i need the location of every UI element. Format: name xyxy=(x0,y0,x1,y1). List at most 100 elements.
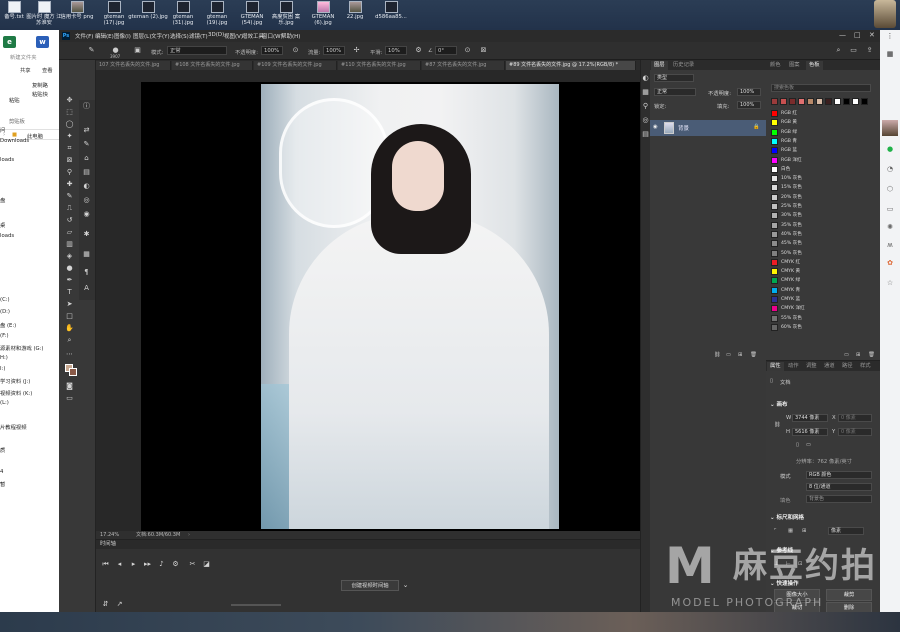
swatch-folder-icon[interactable]: ▭ xyxy=(844,352,849,358)
new-group-icon[interactable]: ▭ xyxy=(726,352,731,358)
canvas-section[interactable]: ⌄ 画布 xyxy=(770,400,788,408)
artboard-tool-icon[interactable]: ⬚ xyxy=(65,108,74,117)
recent-swatch-chip[interactable] xyxy=(843,98,850,105)
nav-item[interactable]: (L:) xyxy=(0,400,9,406)
nav-item[interactable]: 暂 xyxy=(0,480,5,488)
rectangle-tool-icon[interactable]: □ xyxy=(65,312,74,321)
workspace-icon[interactable]: ▭ xyxy=(849,46,858,55)
properties-tab[interactable]: 样式 xyxy=(857,362,874,371)
swatch-row[interactable]: RGB 青 xyxy=(771,137,871,145)
layer-filter-select[interactable]: 类型 xyxy=(654,74,694,82)
ruler-icon[interactable]: ⌜ xyxy=(774,528,776,534)
convert-frame-icon[interactable]: ⇵ xyxy=(101,600,110,609)
panel-shortcut-icon[interactable]: ◐ xyxy=(641,74,650,83)
swatch-row[interactable]: 40% 灰色 xyxy=(771,230,871,238)
excel-app-icon[interactable]: e xyxy=(3,36,16,48)
paste-shortcut-action[interactable]: 粘贴快 xyxy=(32,90,48,98)
x-input[interactable]: 0 像素 xyxy=(838,414,872,422)
frame-tool-icon[interactable]: ⊠ xyxy=(65,156,74,165)
opacity-input[interactable]: 100% xyxy=(261,46,283,55)
panel-shortcut-icon[interactable]: ⚲ xyxy=(641,102,650,111)
timeline-zoom-slider[interactable] xyxy=(231,604,281,606)
prev-frame-icon[interactable]: ◂ xyxy=(115,560,124,569)
dodge-tool-icon[interactable]: ● xyxy=(65,264,74,273)
symmetry-icon[interactable]: ⊠ xyxy=(479,46,488,55)
document-canvas[interactable] xyxy=(141,82,675,531)
menu-item[interactable]: 增效工具 xyxy=(242,32,264,40)
flow-input[interactable]: 100% xyxy=(323,46,345,55)
link-layers-icon[interactable]: ⛓ xyxy=(714,352,721,358)
grid-icon[interactable]: ▦ xyxy=(886,50,894,58)
new-swatch-icon[interactable]: ⊞ xyxy=(856,352,860,358)
nav-item[interactable]: 盘 xyxy=(0,196,5,204)
sidebar-avatar[interactable] xyxy=(882,120,898,136)
swatch-row[interactable]: CMYK 蓝 xyxy=(771,296,871,303)
zoom-tool-icon[interactable]: ⌕ xyxy=(65,336,74,345)
delete-layer-icon[interactable]: 🗑 xyxy=(750,352,757,358)
nav-item[interactable]: loads xyxy=(0,157,14,163)
cube-icon[interactable]: ⬡ xyxy=(886,185,894,193)
nav-item[interactable]: 4 xyxy=(0,469,3,475)
audio-icon[interactable]: ♪ xyxy=(157,560,166,569)
aperture-icon[interactable]: ✺ xyxy=(886,223,894,231)
panel-shortcut-icon[interactable]: ▦ xyxy=(641,88,650,97)
eyedropper-tool-icon[interactable]: ⚲ xyxy=(65,168,74,177)
more-icon[interactable]: ⋮ xyxy=(886,32,894,40)
swatch-row[interactable]: 25% 灰色 xyxy=(771,203,871,210)
document-tab[interactable]: #109 文件名丢失的文件.jpg xyxy=(254,61,337,70)
recent-swatch-chip[interactable] xyxy=(816,98,823,105)
menu-item[interactable]: 帮助(H) xyxy=(281,32,300,40)
menu-item[interactable]: 3D(D) xyxy=(208,32,224,38)
move-tool-icon[interactable]: ✥ xyxy=(65,96,74,105)
link-icon[interactable]: ⛓ xyxy=(774,422,781,428)
document-tab[interactable]: #89 文件名丢失的文件.jpg @ 17.2%(RGB/8) * xyxy=(506,61,636,70)
nav-item[interactable]: (D:) xyxy=(0,309,10,315)
color-mode-select[interactable]: RGB 颜色 xyxy=(806,471,872,479)
swatch-row[interactable]: 15% 灰色 xyxy=(771,184,871,192)
recent-swatch-chip[interactable] xyxy=(798,98,805,105)
swatch-row[interactable]: 20% 灰色 xyxy=(771,193,871,201)
swatch-row[interactable]: RGB 绿 xyxy=(771,128,871,136)
desktop-file-icon[interactable]: 22.jpg xyxy=(335,1,375,30)
history-brush-tool-icon[interactable]: ↺ xyxy=(65,216,74,225)
wechat-icon[interactable]: ● xyxy=(886,145,894,153)
ruler-unit-select[interactable]: 像素 xyxy=(828,527,864,535)
nav-item[interactable]: 盘 (E:) xyxy=(0,321,16,329)
background-color[interactable] xyxy=(69,368,77,376)
desktop-file-icon[interactable]: 信用卡号 png xyxy=(57,1,97,30)
recent-swatch-chip[interactable] xyxy=(807,98,814,105)
type-tool-icon[interactable]: T xyxy=(65,288,74,297)
brush-settings-icon[interactable]: ✎ xyxy=(82,140,91,149)
lock-icon[interactable]: 🔒 xyxy=(753,124,760,130)
quick-mask-icon[interactable]: ◙ xyxy=(65,382,74,391)
contacts-icon[interactable]: ◔ xyxy=(886,165,894,173)
close-button[interactable]: ✕ xyxy=(869,31,875,39)
stamp-icon[interactable]: ⌂ xyxy=(82,154,91,163)
pressure-size-icon[interactable]: ⊙ xyxy=(463,46,472,55)
nav-item[interactable]: loads xyxy=(0,233,14,239)
properties-tab[interactable]: 动作 xyxy=(785,362,802,371)
panel-shortcut-icon[interactable]: ▤ xyxy=(641,130,650,139)
swatch-row[interactable]: CMYK 黄 xyxy=(771,268,871,276)
fill-input[interactable]: 100% xyxy=(737,101,761,109)
swatch-row[interactable]: 白色 xyxy=(771,165,871,173)
swatch-row[interactable]: 45% 灰色 xyxy=(771,240,871,248)
info-icon[interactable]: ⓘ xyxy=(82,102,91,111)
screen-mode-icon[interactable]: ▭ xyxy=(65,394,74,403)
delete-swatch-icon[interactable]: 🗑 xyxy=(868,352,875,358)
color-wheel-icon[interactable]: ◉ xyxy=(82,210,91,219)
nav-item[interactable]: I:) xyxy=(0,366,5,372)
char-icon[interactable]: A xyxy=(82,284,91,293)
angle-input[interactable]: 0° xyxy=(435,46,457,55)
folder-icon[interactable]: ▭ xyxy=(886,205,894,213)
maximize-button[interactable]: □ xyxy=(854,31,861,39)
swatch-row[interactable]: 55% 灰色 xyxy=(771,314,871,322)
pressure-opacity-icon[interactable]: ⊙ xyxy=(291,46,300,55)
y-input[interactable]: 0 像素 xyxy=(838,428,872,436)
width-input[interactable]: 3744 像素 xyxy=(792,414,828,422)
para-icon[interactable]: ¶ xyxy=(82,268,91,277)
brush-panel-icon[interactable]: ▣ xyxy=(133,46,142,55)
glyph-icon[interactable]: ✱ xyxy=(82,230,91,239)
grid-icon[interactable]: ▦ xyxy=(788,528,793,534)
document-tab[interactable]: 107 文件名丢失的文件.jpg xyxy=(96,61,171,70)
